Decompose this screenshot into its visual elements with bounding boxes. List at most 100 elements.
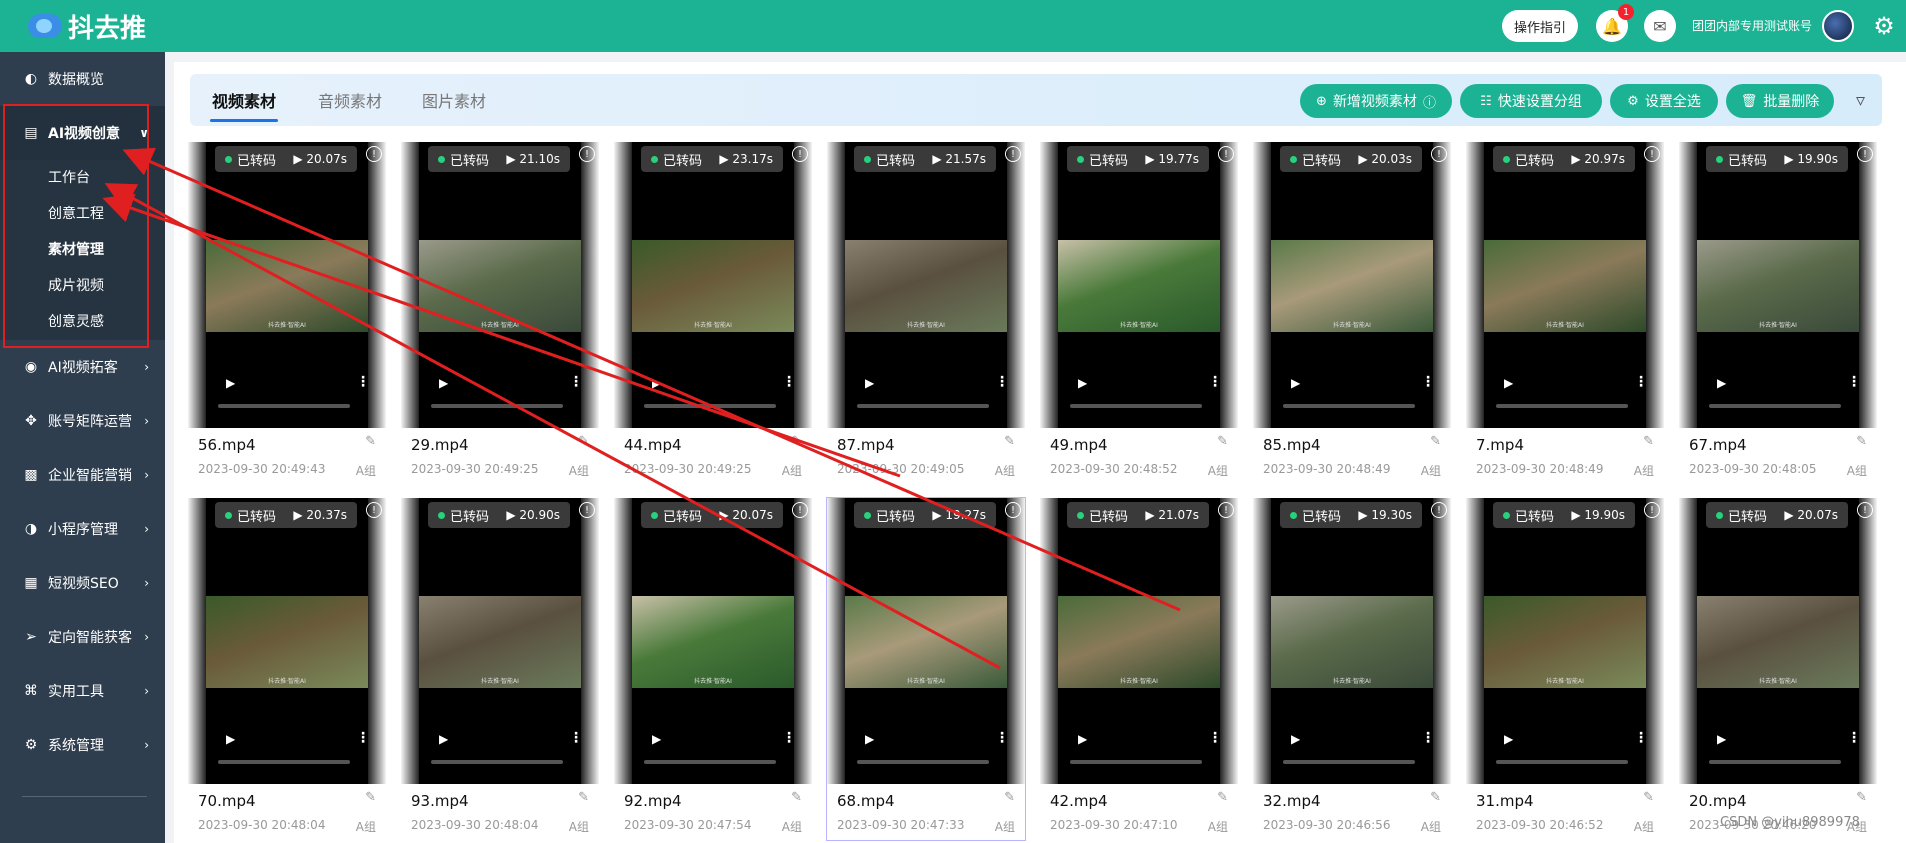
play-icon[interactable]: ▶ bbox=[226, 376, 235, 390]
edit-icon[interactable]: ✎ bbox=[1004, 790, 1015, 805]
play-icon[interactable]: ▶ bbox=[1717, 732, 1726, 746]
play-icon[interactable]: ▶ bbox=[1078, 376, 1087, 390]
video-thumbnail[interactable]: 抖去推·智能AI 已转码 ▶ 23.17s ! ▶ ⋮ bbox=[614, 142, 812, 428]
tab-image-material[interactable]: 图片素材 bbox=[422, 88, 486, 112]
video-thumbnail[interactable]: 抖去推·智能AI 已转码 ▶ 20.97s ! ▶ ⋮ bbox=[1466, 142, 1664, 428]
more-options-icon[interactable]: ⋮ bbox=[1847, 730, 1861, 746]
sidebar-item-enterprise-marketing[interactable]: ▩ 企业智能营销 › bbox=[0, 448, 165, 502]
video-progress-bar[interactable] bbox=[857, 760, 989, 764]
info-icon[interactable]: ! bbox=[366, 502, 382, 518]
play-icon[interactable]: ▶ bbox=[652, 732, 661, 746]
sidebar-item-targeted-acquire[interactable]: ➢ 定向智能获客 › bbox=[0, 610, 165, 664]
edit-icon[interactable]: ✎ bbox=[791, 434, 802, 449]
video-thumbnail[interactable]: 抖去推·智能AI 已转码 ▶ 19.30s ! ▶ ⋮ bbox=[1253, 498, 1451, 784]
gear-icon[interactable]: ⚙ bbox=[1870, 12, 1898, 40]
video-card[interactable]: 抖去推·智能AI 已转码 ▶ 19.90s ! ▶ ⋮ 67.mp4 ✎ 202… bbox=[1679, 142, 1877, 484]
info-icon[interactable]: ! bbox=[1005, 146, 1021, 162]
video-card[interactable]: 抖去推·智能AI 已转码 ▶ 20.03s ! ▶ ⋮ 85.mp4 ✎ 202… bbox=[1253, 142, 1451, 484]
tab-audio-material[interactable]: 音频素材 bbox=[318, 88, 382, 112]
edit-icon[interactable]: ✎ bbox=[578, 790, 589, 805]
bell-icon[interactable]: 🔔 1 bbox=[1596, 4, 1634, 42]
video-thumbnail[interactable]: 抖去推·智能AI 已转码 ▶ 20.37s ! ▶ ⋮ bbox=[188, 498, 386, 784]
info-icon[interactable]: ! bbox=[1857, 146, 1873, 162]
video-thumbnail[interactable]: 抖去推·智能AI 已转码 ▶ 21.57s ! ▶ ⋮ bbox=[827, 142, 1025, 428]
info-icon[interactable]: ! bbox=[1431, 146, 1447, 162]
edit-icon[interactable]: ✎ bbox=[1643, 434, 1654, 449]
edit-icon[interactable]: ✎ bbox=[791, 790, 802, 805]
play-icon[interactable]: ▶ bbox=[865, 732, 874, 746]
info-icon[interactable]: ! bbox=[1218, 502, 1234, 518]
tab-video-material[interactable]: 视频素材 bbox=[212, 88, 276, 112]
video-card[interactable]: 抖去推·智能AI 已转码 ▶ 21.57s ! ▶ ⋮ 87.mp4 ✎ 202… bbox=[827, 142, 1025, 484]
info-icon[interactable]: ! bbox=[1005, 502, 1021, 518]
quick-group-button[interactable]: ☷ 快速设置分组 bbox=[1460, 84, 1602, 118]
video-card[interactable]: 抖去推·智能AI 已转码 ▶ 19.27s ! ▶ ⋮ 68.mp4 ✎ 202… bbox=[827, 498, 1025, 840]
video-thumbnail[interactable]: 抖去推·智能AI 已转码 ▶ 20.03s ! ▶ ⋮ bbox=[1253, 142, 1451, 428]
more-options-icon[interactable]: ⋮ bbox=[356, 730, 370, 746]
video-card[interactable]: 抖去推·智能AI 已转码 ▶ 19.90s ! ▶ ⋮ 31.mp4 ✎ 202… bbox=[1466, 498, 1664, 840]
video-progress-bar[interactable] bbox=[1496, 404, 1628, 408]
video-thumbnail[interactable]: 抖去推·智能AI 已转码 ▶ 20.07s ! ▶ ⋮ bbox=[188, 142, 386, 428]
info-icon[interactable]: ! bbox=[1644, 502, 1660, 518]
avatar[interactable] bbox=[1822, 10, 1854, 42]
video-thumbnail[interactable]: 抖去推·智能AI 已转码 ▶ 21.10s ! ▶ ⋮ bbox=[401, 142, 599, 428]
video-card[interactable]: 抖去推·智能AI 已转码 ▶ 21.07s ! ▶ ⋮ 42.mp4 ✎ 202… bbox=[1040, 498, 1238, 840]
more-options-icon[interactable]: ⋮ bbox=[569, 730, 583, 746]
video-thumbnail[interactable]: 抖去推·智能AI 已转码 ▶ 20.07s ! ▶ ⋮ bbox=[614, 498, 812, 784]
edit-icon[interactable]: ✎ bbox=[1217, 434, 1228, 449]
more-options-icon[interactable]: ⋮ bbox=[356, 374, 370, 390]
video-progress-bar[interactable] bbox=[218, 404, 350, 408]
more-options-icon[interactable]: ⋮ bbox=[995, 730, 1009, 746]
video-thumbnail[interactable]: 抖去推·智能AI 已转码 ▶ 19.77s ! ▶ ⋮ bbox=[1040, 142, 1238, 428]
edit-icon[interactable]: ✎ bbox=[365, 434, 376, 449]
play-icon[interactable]: ▶ bbox=[1504, 376, 1513, 390]
video-card[interactable]: 抖去推·智能AI 已转码 ▶ 20.07s ! ▶ ⋮ 20.mp4 ✎ 202… bbox=[1679, 498, 1877, 840]
video-progress-bar[interactable] bbox=[857, 404, 989, 408]
video-progress-bar[interactable] bbox=[644, 760, 776, 764]
video-card[interactable]: 抖去推·智能AI 已转码 ▶ 19.30s ! ▶ ⋮ 32.mp4 ✎ 202… bbox=[1253, 498, 1451, 840]
video-progress-bar[interactable] bbox=[1070, 760, 1202, 764]
more-options-icon[interactable]: ⋮ bbox=[1421, 730, 1435, 746]
video-thumbnail[interactable]: 抖去推·智能AI 已转码 ▶ 20.90s ! ▶ ⋮ bbox=[401, 498, 599, 784]
video-card[interactable]: 抖去推·智能AI 已转码 ▶ 21.10s ! ▶ ⋮ 29.mp4 ✎ 202… bbox=[401, 142, 599, 484]
play-icon[interactable]: ▶ bbox=[1078, 732, 1087, 746]
video-progress-bar[interactable] bbox=[1283, 404, 1415, 408]
video-progress-bar[interactable] bbox=[1070, 404, 1202, 408]
info-icon[interactable]: ! bbox=[366, 146, 382, 162]
play-icon[interactable]: ▶ bbox=[439, 732, 448, 746]
more-options-icon[interactable]: ⋮ bbox=[1208, 730, 1222, 746]
video-thumbnail[interactable]: 抖去推·智能AI 已转码 ▶ 19.90s ! ▶ ⋮ bbox=[1679, 142, 1877, 428]
video-progress-bar[interactable] bbox=[1709, 760, 1841, 764]
guide-button[interactable]: 操作指引 bbox=[1502, 10, 1578, 42]
edit-icon[interactable]: ✎ bbox=[1004, 434, 1015, 449]
more-options-icon[interactable]: ⋮ bbox=[1847, 374, 1861, 390]
edit-icon[interactable]: ✎ bbox=[1430, 790, 1441, 805]
video-card[interactable]: 抖去推·智能AI 已转码 ▶ 20.07s ! ▶ ⋮ 56.mp4 ✎ 202… bbox=[188, 142, 386, 484]
more-options-icon[interactable]: ⋮ bbox=[995, 374, 1009, 390]
edit-icon[interactable]: ✎ bbox=[1430, 434, 1441, 449]
edit-icon[interactable]: ✎ bbox=[365, 790, 376, 805]
video-card[interactable]: 抖去推·智能AI 已转码 ▶ 20.97s ! ▶ ⋮ 7.mp4 ✎ 2023… bbox=[1466, 142, 1664, 484]
batch-delete-button[interactable]: 🗑 批量删除 bbox=[1726, 84, 1834, 118]
play-icon[interactable]: ▶ bbox=[226, 732, 235, 746]
play-icon[interactable]: ▶ bbox=[1504, 732, 1513, 746]
more-options-icon[interactable]: ⋮ bbox=[1634, 730, 1648, 746]
logo[interactable]: 抖去推 bbox=[0, 0, 165, 52]
sidebar-item-account-matrix[interactable]: ✥ 账号矩阵运营 › bbox=[0, 394, 165, 448]
play-icon[interactable]: ▶ bbox=[652, 376, 661, 390]
sidebar-item-tools[interactable]: ⌘ 实用工具 › bbox=[0, 664, 165, 718]
info-icon[interactable]: ! bbox=[579, 146, 595, 162]
sidebar-item-system[interactable]: ⚙ 系统管理 › bbox=[0, 718, 165, 772]
video-progress-bar[interactable] bbox=[431, 760, 563, 764]
video-progress-bar[interactable] bbox=[1496, 760, 1628, 764]
video-card[interactable]: 抖去推·智能AI 已转码 ▶ 20.07s ! ▶ ⋮ 92.mp4 ✎ 202… bbox=[614, 498, 812, 840]
info-icon[interactable]: ! bbox=[1857, 502, 1873, 518]
video-progress-bar[interactable] bbox=[431, 404, 563, 408]
play-icon[interactable]: ▶ bbox=[1291, 376, 1300, 390]
edit-icon[interactable]: ✎ bbox=[1217, 790, 1228, 805]
sidebar-item-overview[interactable]: ◐ 数据概览 bbox=[0, 52, 165, 106]
info-icon[interactable]: ! bbox=[1431, 502, 1447, 518]
more-options-icon[interactable]: ⋮ bbox=[782, 374, 796, 390]
play-icon[interactable]: ▶ bbox=[1717, 376, 1726, 390]
video-thumbnail[interactable]: 抖去推·智能AI 已转码 ▶ 21.07s ! ▶ ⋮ bbox=[1040, 498, 1238, 784]
